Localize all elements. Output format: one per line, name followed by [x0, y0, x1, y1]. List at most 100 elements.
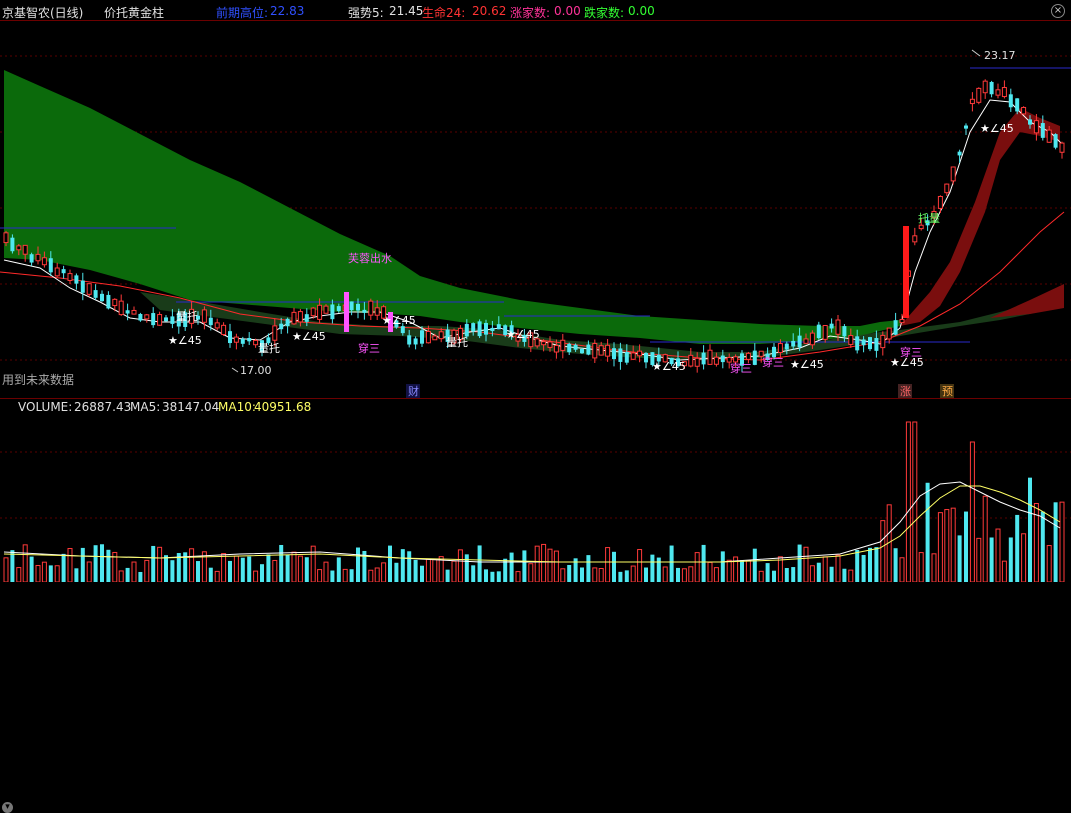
volume-bar	[1001, 560, 1007, 582]
candle-body	[157, 314, 163, 326]
volume-bar	[681, 568, 687, 582]
volume-bar	[874, 547, 879, 582]
candle-body	[285, 318, 290, 327]
candle-body	[989, 81, 994, 95]
volume-bar	[528, 563, 534, 582]
volume-bar	[791, 567, 796, 582]
candle-body	[221, 324, 227, 336]
volume-bar	[630, 565, 636, 582]
volume-bar	[61, 553, 66, 582]
volume-bar	[157, 546, 163, 582]
candle-body	[93, 290, 98, 298]
volume-bar	[1046, 545, 1052, 582]
candle-body	[41, 257, 47, 266]
volume-bar	[688, 566, 694, 582]
volume-bar	[976, 537, 982, 582]
volume-bar	[1040, 511, 1045, 582]
volume-bar	[580, 567, 584, 582]
volume-bar	[310, 545, 316, 582]
volume-bar	[547, 548, 553, 582]
volume-bar	[560, 568, 566, 582]
down-count-value: 0.00	[628, 4, 655, 18]
close-icon[interactable]: ×	[1051, 4, 1065, 18]
volume-bar	[125, 567, 130, 582]
forecast-mark[interactable]: 预	[942, 385, 953, 398]
volume-bar	[957, 535, 962, 582]
volume-chart[interactable]	[0, 412, 1071, 582]
volume-bar	[1015, 514, 1020, 582]
candle-body	[420, 330, 424, 344]
candle-body	[279, 323, 284, 330]
candle-body	[912, 235, 918, 243]
volume-bar	[41, 561, 47, 582]
indicator-name[interactable]: 价托黄金柱	[104, 4, 164, 21]
volume-bar	[451, 560, 457, 582]
volume-bar	[233, 555, 239, 582]
volume-bar	[16, 567, 22, 582]
candle-body	[688, 354, 694, 367]
volume-bar	[868, 547, 872, 582]
candle-body	[637, 350, 643, 357]
volume-bar	[80, 547, 85, 582]
candle-body	[964, 125, 968, 129]
volume-bar	[368, 569, 374, 582]
volume-bar	[29, 556, 34, 582]
candle-body	[356, 303, 360, 311]
candle-body	[490, 327, 495, 332]
volume-bar	[35, 564, 41, 582]
candle-body	[125, 310, 130, 314]
vol-ma5-line	[3, 481, 1061, 563]
candle-body	[880, 334, 886, 349]
candle-body	[106, 294, 111, 309]
candle-body	[1053, 134, 1058, 148]
candle-body	[151, 313, 156, 326]
volume-bar	[272, 559, 278, 582]
candle-body	[170, 316, 175, 324]
candle-body	[624, 352, 629, 363]
candle-body	[48, 258, 53, 273]
candle-body	[547, 341, 553, 348]
signal-star45: ★∠45	[790, 358, 824, 371]
volume-bar	[266, 554, 271, 582]
candle-body	[713, 356, 719, 365]
candle-body	[982, 80, 988, 94]
volume-bar	[950, 507, 956, 582]
volume-bar	[247, 556, 252, 582]
volume-bar	[772, 570, 776, 582]
candle-body	[1008, 94, 1013, 108]
low-label: 17.00	[240, 364, 272, 377]
candle-body	[1059, 142, 1065, 153]
volume-bar	[925, 482, 930, 582]
pressure-label: 前期高位:	[216, 6, 269, 20]
volume-bar	[855, 549, 860, 582]
volume-bar	[151, 545, 156, 582]
candle-body	[1028, 119, 1032, 125]
candle-body	[937, 195, 943, 209]
price-chart[interactable]: 23.17 17.00 ★∠45 量托 量托 ★∠45 芙蓉出水 穿三 ★∠45…	[0, 22, 1071, 398]
chevron-down-icon[interactable]: ▾	[2, 802, 13, 813]
candle-body	[784, 343, 789, 350]
candle-body	[374, 307, 380, 316]
volume-bar	[803, 546, 809, 582]
candle-body	[969, 98, 975, 105]
strong-value: 21.45	[389, 4, 424, 18]
limit-up-mark[interactable]: 涨	[900, 385, 911, 398]
volume-bar	[349, 569, 354, 582]
volume-bar	[1059, 501, 1065, 582]
volume-bar	[605, 547, 611, 582]
candle-body	[829, 323, 834, 329]
panel-divider	[0, 398, 1071, 399]
volume-bar	[484, 569, 488, 582]
finance-mark[interactable]: 财	[408, 384, 419, 398]
candle-body	[10, 237, 15, 252]
volume-bar	[240, 557, 245, 582]
candle-body	[247, 337, 252, 342]
high-pointer	[971, 49, 981, 57]
candle-body	[618, 348, 623, 362]
candle-body	[957, 151, 962, 156]
signal-liangtuo: 量托	[258, 341, 280, 355]
candle-body	[297, 311, 303, 323]
candle-body	[400, 326, 405, 334]
signal-column	[344, 292, 349, 332]
candle-body	[3, 232, 9, 244]
